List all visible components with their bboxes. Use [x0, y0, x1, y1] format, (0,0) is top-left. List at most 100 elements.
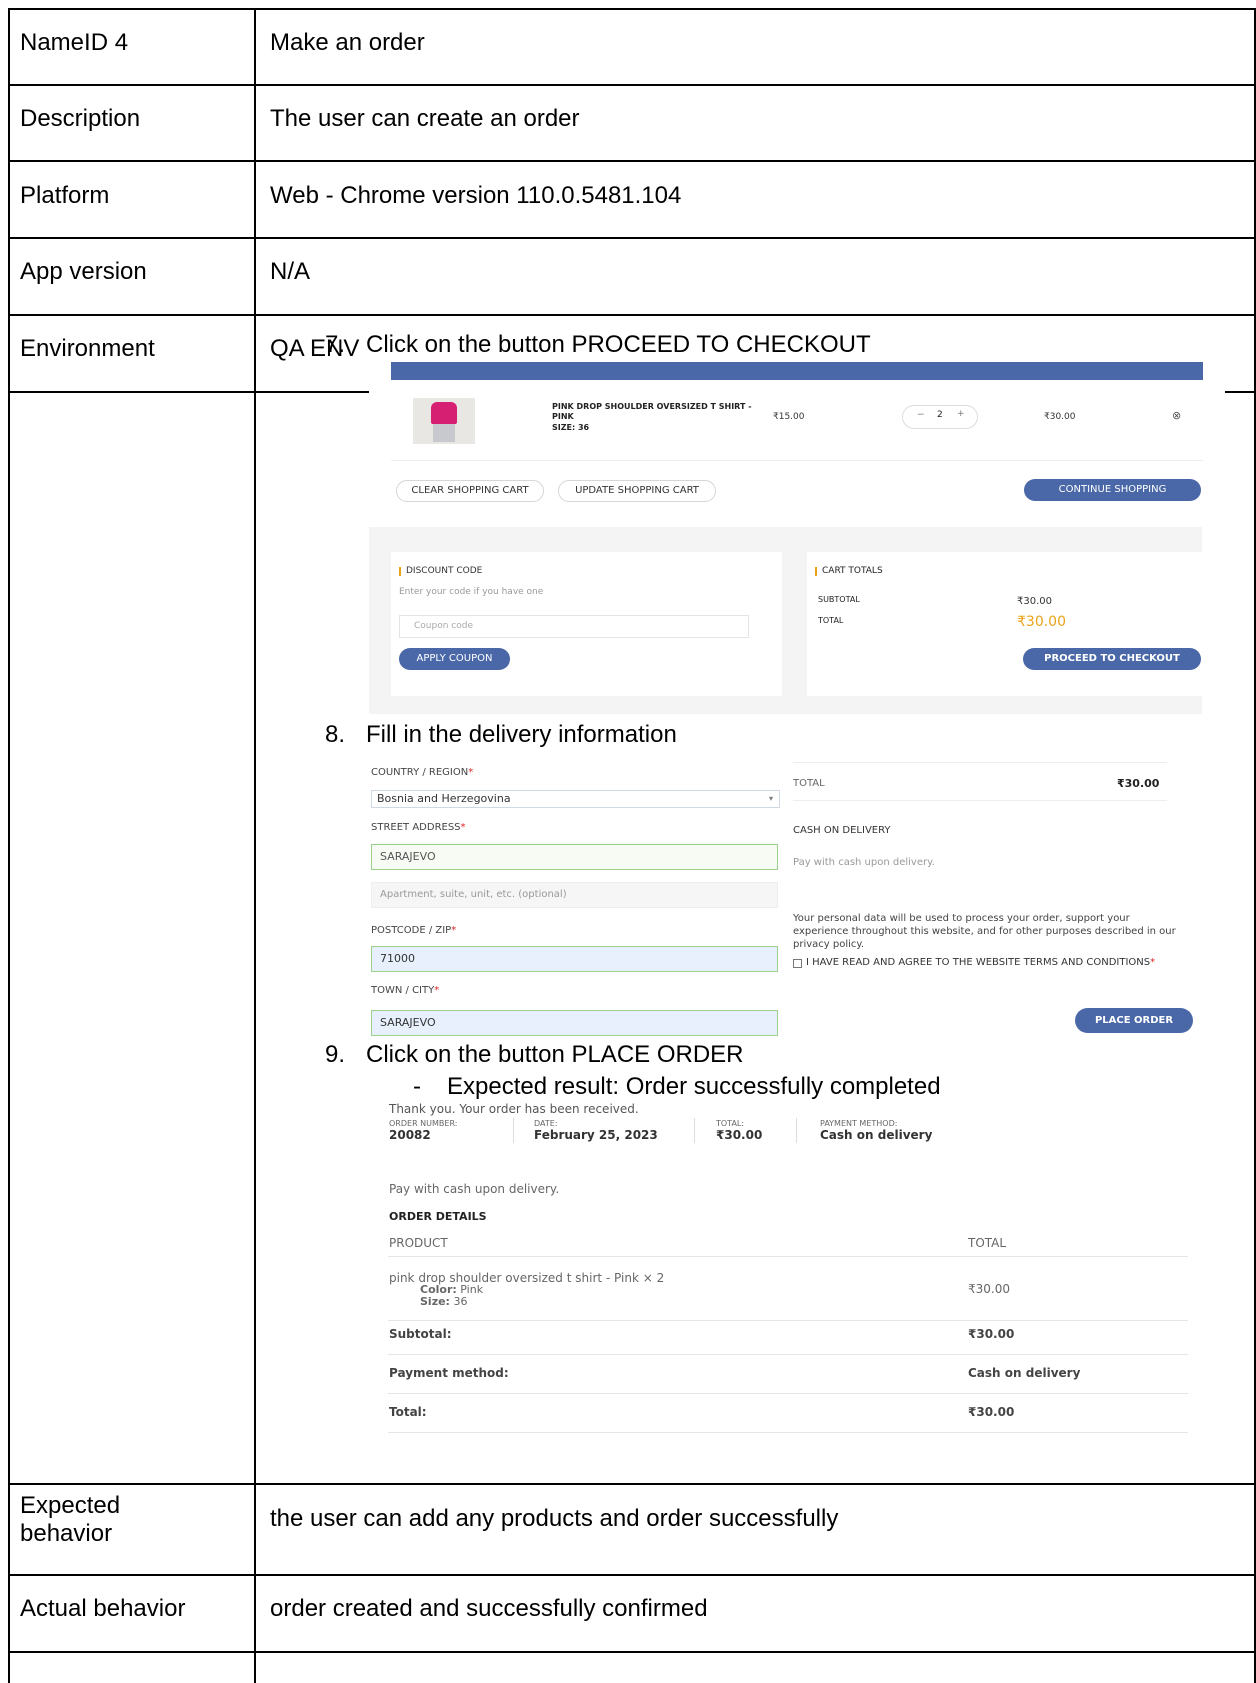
apartment-input[interactable]: Apartment, suite, unit, etc. (optional)	[371, 882, 778, 908]
description-label: Description	[20, 105, 141, 132]
subtotal-row-label: Subtotal:	[389, 1327, 452, 1341]
meta-divider	[694, 1118, 695, 1143]
step-9-number: 9.	[325, 1041, 346, 1068]
pay-note: Pay with cash upon delivery.	[389, 1182, 560, 1196]
platform-value: Web - Chrome version 110.0.5481.104	[270, 182, 682, 209]
remove-item-icon[interactable]: ⊗	[1172, 409, 1181, 422]
meta-divider	[796, 1118, 797, 1143]
qty-minus-button[interactable]: −	[917, 410, 925, 420]
checkout-screenshot: COUNTRY / REGION* Bosnia and Herzegovina…	[369, 760, 1205, 1038]
place-order-button[interactable]: PLACE ORDER	[1075, 1008, 1193, 1033]
row-line	[8, 1483, 1256, 1485]
row-line	[8, 237, 1256, 239]
total-value: ₹30.00	[1017, 614, 1066, 630]
qty-value[interactable]: 2	[937, 410, 943, 420]
product-thumbnail	[413, 398, 475, 444]
cart-divider	[391, 460, 1203, 461]
terms-label[interactable]: I HAVE READ AND AGREE TO THE WEBSITE TER…	[806, 957, 1155, 968]
cart-totals-title: CART TOTALS	[822, 566, 883, 576]
order-confirmation-screenshot: Thank you. Your order has been received.…	[388, 1100, 1228, 1460]
product-name-line-2[interactable]: PINK	[552, 412, 574, 421]
apply-coupon-button[interactable]: APPLY COUPON	[399, 648, 510, 670]
summary-divider	[793, 800, 1167, 801]
row-line	[8, 1574, 1256, 1576]
privacy-line-2: experience throughout this website, and …	[793, 926, 1176, 937]
payment-method-value: Cash on delivery	[820, 1128, 933, 1142]
product-image-shirt	[431, 402, 457, 424]
street-address-input[interactable]: SARAJEVO	[371, 844, 778, 870]
step-8-text: Fill in the delivery information	[366, 721, 677, 748]
total-row-value: ₹30.00	[968, 1405, 1015, 1419]
update-cart-button[interactable]: UPDATE SHOPPING CART	[558, 480, 716, 502]
expected-label-line-1: Expected	[20, 1492, 121, 1519]
step-9-bullet: -	[413, 1073, 421, 1100]
discount-accent-bar	[399, 567, 401, 576]
clear-cart-button[interactable]: CLEAR SHOPPING CART	[396, 480, 544, 502]
discount-title: DISCOUNT CODE	[406, 566, 483, 576]
col-product-header: PRODUCT	[389, 1236, 448, 1250]
cash-on-delivery-desc: Pay with cash upon delivery.	[793, 857, 935, 868]
col-total-header: TOTAL	[968, 1236, 1007, 1250]
chevron-down-icon: ▾	[768, 794, 773, 803]
cash-on-delivery-title[interactable]: CASH ON DELIVERY	[793, 825, 891, 836]
continue-shopping-button[interactable]: CONTINUE SHOPPING	[1024, 479, 1201, 501]
line-total: ₹30.00	[1044, 412, 1076, 422]
subtotal-label: SUBTOTAL	[818, 595, 860, 604]
table-divider	[388, 1320, 1188, 1321]
row-line	[8, 8, 1256, 10]
meta-divider	[513, 1118, 514, 1143]
totals-accent-bar	[815, 567, 817, 576]
cart-screenshot: PINK DROP SHOULDER OVERSIZED T SHIRT - P…	[369, 362, 1225, 714]
postcode-label: POSTCODE / ZIP*	[371, 925, 457, 936]
product-size: SIZE: 36	[552, 423, 590, 432]
summary-total-label: TOTAL	[793, 778, 825, 789]
nameid-value: Make an order	[270, 29, 425, 56]
table-column-divider	[254, 8, 256, 1683]
town-label: TOWN / CITY*	[371, 985, 440, 996]
coupon-placeholder: Coupon code	[414, 621, 473, 631]
cart-header-bar	[391, 362, 1203, 380]
country-value: Bosnia and Herzegovina	[377, 792, 511, 805]
summary-total-value: ₹30.00	[1117, 777, 1160, 790]
expected-value: the user can add any products and order …	[270, 1505, 839, 1532]
table-divider	[388, 1432, 1188, 1433]
product-image-pants	[433, 424, 455, 442]
table-divider	[388, 1256, 1188, 1257]
order-total-label: TOTAL:	[716, 1119, 745, 1128]
street-label: STREET ADDRESS*	[371, 822, 466, 833]
order-details-title: ORDER DETAILS	[389, 1210, 487, 1223]
product-name-line-1[interactable]: PINK DROP SHOULDER OVERSIZED T SHIRT -	[552, 402, 752, 411]
order-date-label: DATE:	[534, 1119, 558, 1128]
country-select[interactable]: Bosnia and Herzegovina ▾	[371, 790, 780, 808]
country-label: COUNTRY / REGION*	[371, 767, 474, 778]
step-7-number: 7.	[325, 331, 346, 358]
subtotal-value: ₹30.00	[1017, 596, 1052, 607]
table-left-border	[8, 8, 10, 1683]
order-item-size: Size: 36	[420, 1295, 468, 1308]
actual-label: Actual behavior	[20, 1595, 186, 1622]
step-9-expected-result: Expected result: Order successfully comp…	[447, 1073, 941, 1100]
step-8-number: 8.	[325, 721, 346, 748]
order-date-value: February 25, 2023	[534, 1128, 658, 1142]
platform-label: Platform	[20, 182, 110, 209]
app-version-label: App version	[20, 258, 147, 285]
step-7-text: Click on the button PROCEED TO CHECKOUT	[366, 331, 871, 358]
postcode-input[interactable]: 71000	[371, 946, 778, 972]
proceed-to-checkout-button[interactable]: PROCEED TO CHECKOUT	[1023, 648, 1201, 670]
summary-top-divider	[793, 762, 1167, 763]
town-input[interactable]: SARAJEVO	[371, 1010, 778, 1036]
environment-label: Environment	[20, 335, 155, 362]
order-total-value: ₹30.00	[716, 1128, 763, 1142]
nameid-label: NameID 4	[20, 29, 129, 56]
row-line	[8, 84, 1256, 86]
subtotal-row-value: ₹30.00	[968, 1327, 1015, 1341]
environment-value: QA ENV	[270, 335, 360, 362]
order-item-total: ₹30.00	[968, 1282, 1010, 1296]
total-label: TOTAL	[818, 616, 844, 625]
cart-panel	[369, 362, 1225, 527]
privacy-line-1: Your personal data will be used to proce…	[793, 913, 1130, 924]
qty-plus-button[interactable]: +	[957, 409, 965, 419]
row-line	[8, 314, 1256, 316]
terms-checkbox[interactable]	[793, 959, 802, 968]
order-number-label: ORDER NUMBER:	[389, 1119, 458, 1128]
